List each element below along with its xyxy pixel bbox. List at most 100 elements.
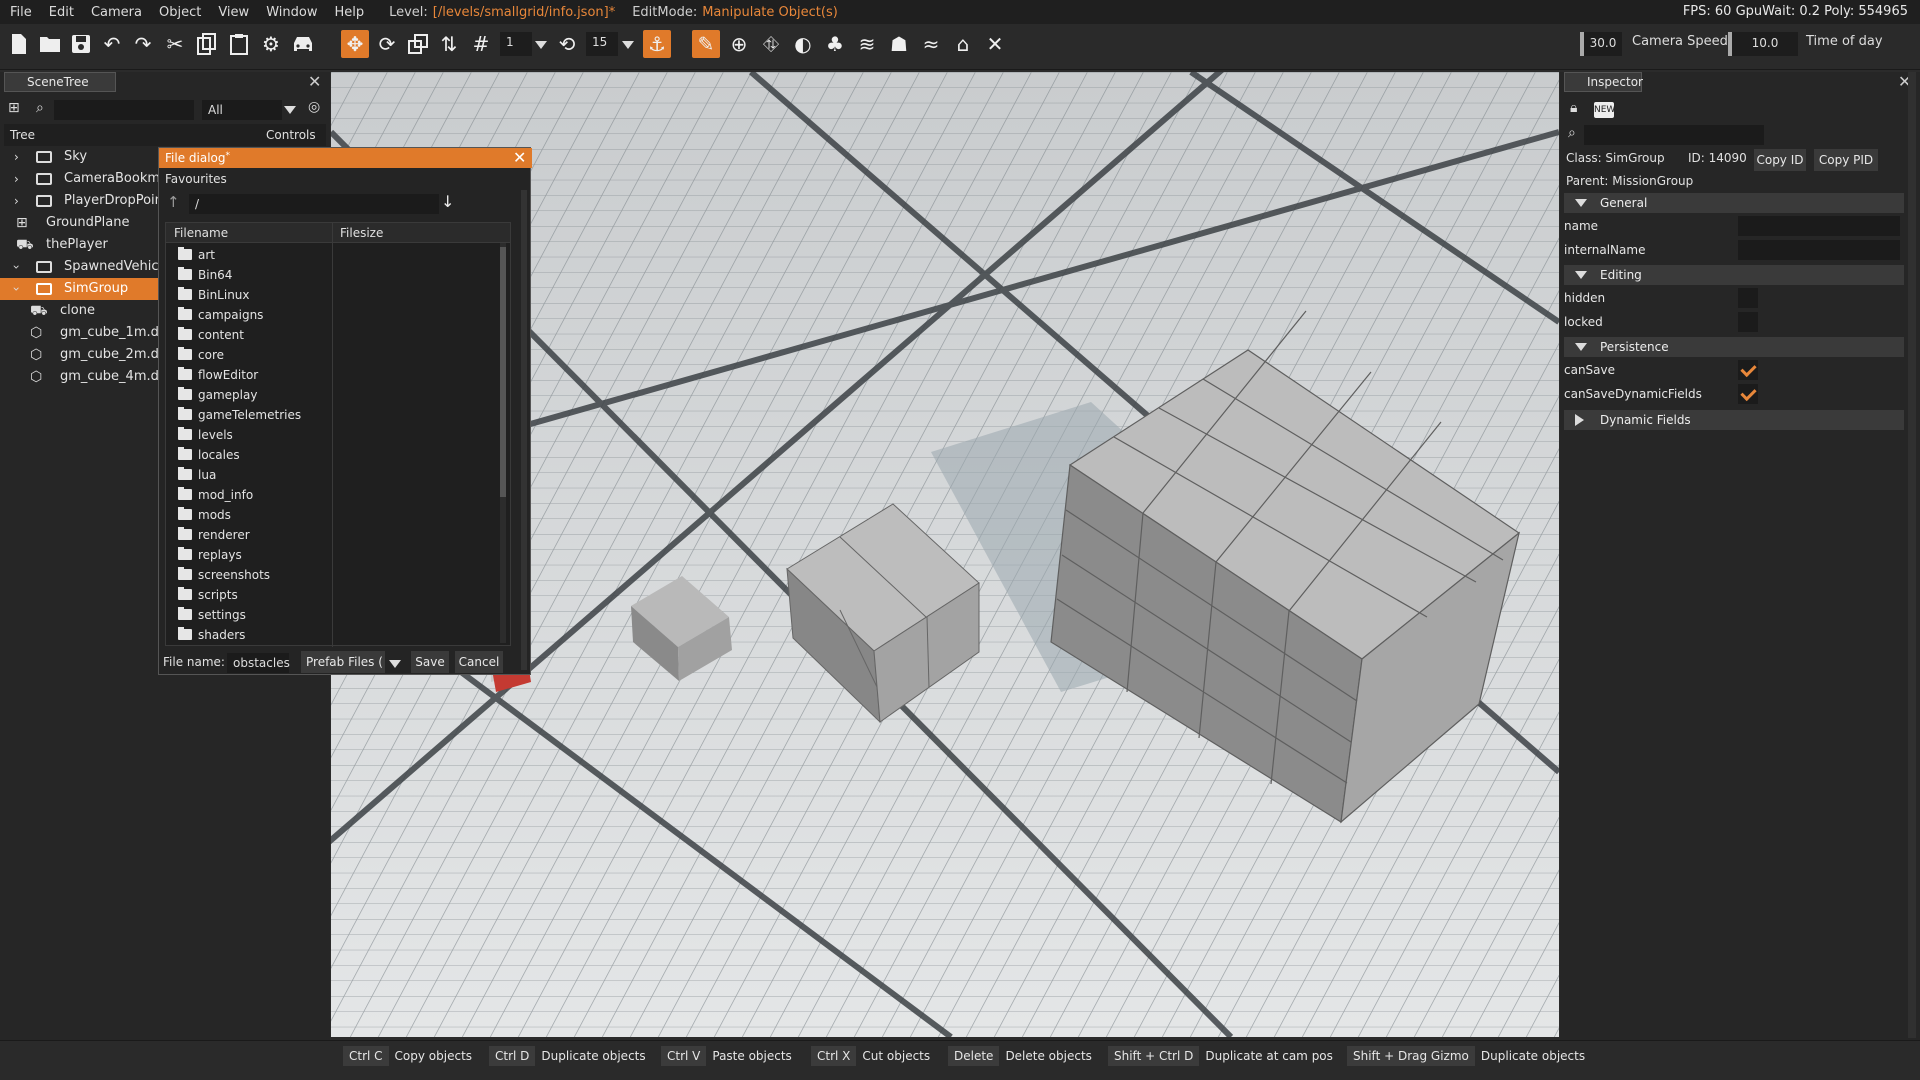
menu-help[interactable]: Help (334, 5, 364, 20)
file-row[interactable]: mod_info (178, 485, 318, 505)
axis-world-icon[interactable]: ⇅ (434, 29, 464, 59)
scenetree-close-icon[interactable]: ✕ (308, 72, 321, 91)
edit-pencil-icon[interactable]: ✎ (692, 30, 720, 58)
menu-view[interactable]: View (218, 5, 249, 20)
file-row[interactable]: flowEditor (178, 365, 318, 385)
file-row[interactable]: settings (178, 605, 318, 625)
cansave-checkbox[interactable] (1738, 360, 1758, 380)
path-dropdown-icon[interactable]: ↓ (441, 192, 454, 211)
decal-tool-icon[interactable]: ◐ (788, 29, 818, 59)
expand-chevron-icon[interactable]: › (14, 146, 19, 168)
cancel-button[interactable]: Cancel (455, 651, 503, 673)
section-general[interactable]: General (1564, 193, 1904, 213)
scale-gizmo-icon[interactable] (403, 29, 433, 59)
mesh-road-icon[interactable]: ⌂ (948, 29, 978, 59)
menu-object[interactable]: Object (159, 5, 201, 20)
expanded-chevron-icon[interactable] (1575, 343, 1587, 351)
name-input[interactable] (1738, 216, 1900, 236)
file-row[interactable]: gameplay (178, 385, 318, 405)
file-row[interactable]: lua (178, 465, 318, 485)
file-row[interactable]: mods (178, 505, 318, 525)
filetype-select[interactable]: Prefab Files ( (301, 651, 385, 673)
time-of-day-slider[interactable]: 10.0 (1728, 32, 1798, 56)
river-tool-icon[interactable]: ≈ (916, 29, 946, 59)
copy-pid-button[interactable]: Copy PID (1814, 149, 1878, 171)
inspector-tab[interactable]: Inspector (1564, 72, 1643, 92)
save-icon[interactable] (66, 29, 96, 59)
inspector-search-input[interactable] (1584, 125, 1764, 145)
menu-camera[interactable]: Camera (91, 5, 142, 20)
redo-icon[interactable]: ↷ (128, 29, 158, 59)
internalname-input[interactable] (1738, 240, 1900, 260)
expanded-chevron-icon[interactable] (1575, 271, 1587, 279)
rotate-gizmo-icon[interactable]: ⟳ (372, 29, 402, 59)
forest-tool-icon[interactable]: ♣ (820, 29, 850, 59)
file-row[interactable]: scripts (178, 585, 318, 605)
menu-edit[interactable]: Edit (49, 5, 74, 20)
tree-item-groundplane[interactable]: ⊞ GroundPlane (0, 212, 160, 234)
file-row[interactable]: locales (178, 445, 318, 465)
tree-item-gm-cube-4m[interactable]: ⬡ gm_cube_4m.dae (0, 366, 160, 388)
tree-item-spawnedvehicles[interactable]: › SpawnedVehicles (0, 256, 160, 278)
dialog-scrollbar[interactable] (521, 190, 527, 670)
filename-column-header[interactable]: Filename (174, 226, 228, 240)
file-row[interactable]: content (178, 325, 318, 345)
file-row[interactable]: renderer (178, 525, 318, 545)
rotate-snap-icon[interactable]: ⟲ (552, 29, 582, 59)
rotate-snap-value[interactable]: 15 (586, 32, 618, 56)
navigation-icon[interactable]: ✕ (980, 29, 1010, 59)
vehicle-icon[interactable] (288, 29, 318, 59)
terrain-layers-icon[interactable]: ≋ (852, 29, 882, 59)
file-row[interactable]: campaigns (178, 305, 318, 325)
camera-speed-slider[interactable]: 30.0 (1580, 32, 1622, 56)
section-persistence[interactable]: Persistence (1564, 337, 1904, 357)
tree-item-gm-cube-1m[interactable]: ⬡ gm_cube_1m.dae (0, 322, 160, 344)
add-object-icon[interactable]: ⊕ (724, 29, 754, 59)
grid-snap-value[interactable]: 1 (500, 32, 532, 56)
road-tool-icon[interactable]: ⛗ (756, 29, 786, 59)
menu-window[interactable]: Window (266, 5, 317, 20)
collapse-chevron-icon[interactable]: › (5, 265, 27, 270)
lock-icon[interactable]: 🔒︎ (1570, 100, 1577, 116)
file-row[interactable]: shaders (178, 625, 318, 645)
tree-item-theplayer[interactable]: ⛟ thePlayer (0, 234, 160, 256)
file-row[interactable]: core (178, 345, 318, 365)
cansavedynamicfields-checkbox[interactable] (1738, 384, 1758, 404)
file-row[interactable]: levels (178, 425, 318, 445)
favourites-header[interactable]: Favourites (165, 172, 227, 186)
rotate-snap-dropdown-icon[interactable] (622, 41, 634, 49)
copy-id-button[interactable]: Copy ID (1754, 149, 1806, 171)
filter-dropdown-icon[interactable] (284, 106, 296, 114)
tree-item-camerabookmarks[interactable]: › CameraBookmarks (0, 168, 160, 190)
terrain-paint-icon[interactable]: ☗ (884, 29, 914, 59)
tree-item-gm-cube-2m[interactable]: ⬡ gm_cube_2m.dae (0, 344, 160, 366)
section-editing[interactable]: Editing (1564, 265, 1904, 285)
filesize-column-header[interactable]: Filesize (340, 226, 383, 240)
file-row[interactable]: BinLinux (178, 285, 318, 305)
paste-icon[interactable] (224, 29, 254, 59)
scenetree-tab[interactable]: SceneTree (4, 72, 116, 92)
filetype-dropdown-icon[interactable] (389, 660, 401, 668)
path-input[interactable]: / (189, 194, 439, 214)
grid-snap-icon[interactable]: # (466, 29, 496, 59)
tree-item-clone[interactable]: ⛟ clone (0, 300, 160, 322)
add-group-icon[interactable]: ⊞ (8, 100, 20, 116)
collapsed-chevron-icon[interactable] (1575, 414, 1584, 426)
settings-gear-icon[interactable]: ⚙ (256, 29, 286, 59)
filename-input[interactable]: obstacles (227, 653, 290, 673)
section-dynamic-fields[interactable]: Dynamic Fields (1564, 410, 1904, 430)
inspector-scrollbar[interactable] (1908, 72, 1916, 1038)
drop-to-ground-icon[interactable]: ⚓ (643, 30, 671, 58)
new-badge-icon[interactable]: NEW (1594, 102, 1615, 118)
scenetree-search-input[interactable] (54, 100, 194, 120)
expanded-chevron-icon[interactable] (1575, 199, 1587, 207)
file-row[interactable]: Bin64 (178, 265, 318, 285)
translate-gizmo-icon[interactable]: ✥ (341, 30, 369, 58)
file-dialog-titlebar[interactable]: File dialog* (159, 148, 532, 168)
new-file-icon[interactable] (4, 29, 34, 59)
radio-target-icon[interactable]: ◎ (308, 99, 320, 115)
menu-file[interactable]: File (10, 5, 32, 20)
copy-icon[interactable] (192, 29, 222, 59)
tree-item-simgroup[interactable]: › SimGroup (0, 278, 160, 300)
cut-icon[interactable]: ✂ (160, 29, 190, 59)
